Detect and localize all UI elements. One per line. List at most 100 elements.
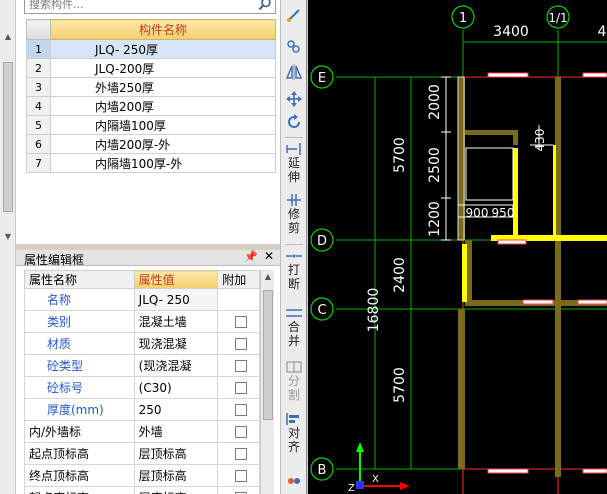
property-row[interactable]: 砼类型 (现浇混凝 — [24, 354, 260, 377]
left-scrollbar[interactable]: ▲ ▼ — [0, 0, 16, 494]
dimension-text: 5700 — [392, 137, 408, 173]
component-row[interactable]: 2 JLQ-200厚 — [26, 58, 276, 78]
component-name[interactable]: 内墙200厚-外 — [50, 134, 276, 154]
extra-checkbox[interactable] — [234, 382, 247, 394]
extra-checkbox[interactable] — [234, 316, 247, 328]
move-button[interactable] — [282, 90, 306, 108]
scroll-up-arrow-icon[interactable]: ▲ — [262, 272, 274, 281]
scroll-up-arrow-icon[interactable]: ▲ — [2, 32, 14, 42]
property-extra-header: 附加 — [217, 270, 260, 289]
dimension-text: 2400 — [392, 257, 408, 293]
copy-button[interactable] — [282, 37, 306, 55]
property-extra-cell — [217, 420, 260, 443]
wall — [458, 309, 465, 469]
property-row[interactable]: 内/外墙标 外墙 — [24, 420, 260, 443]
property-value[interactable]: 层顶标高 — [133, 464, 219, 487]
property-extra-cell — [217, 442, 260, 465]
property-value[interactable]: 层底标高 — [133, 486, 219, 494]
axis-label: 1 — [459, 11, 467, 26]
extend-button[interactable]: 延伸 — [282, 142, 306, 184]
search-input[interactable]: 搜索构件... — [24, 0, 276, 14]
dimension-text: 430 — [533, 129, 547, 152]
close-icon[interactable]: ✕ — [264, 249, 274, 263]
property-name: 砼类型 — [24, 354, 135, 377]
extra-checkbox[interactable] — [234, 426, 247, 438]
extra-checkbox[interactable] — [234, 338, 247, 350]
property-row[interactable]: 名称 JLQ- 250 — [24, 288, 260, 311]
dimension-text: 5700 — [392, 367, 408, 403]
row-number: 7 — [26, 153, 51, 173]
dimension-text: 1200 — [427, 201, 443, 237]
property-name: 起点底标高 — [24, 486, 135, 494]
align-button[interactable]: 对齐 — [282, 412, 306, 454]
mirror-icon — [285, 64, 303, 80]
property-row[interactable]: 砼标号 (C30) — [24, 376, 260, 399]
property-panel-title: 属性编辑框 — [24, 253, 85, 267]
component-name[interactable]: 内隔墙100厚 — [50, 115, 276, 135]
property-value[interactable]: JLQ- 250 — [133, 288, 219, 311]
mirror-button[interactable] — [282, 63, 306, 81]
split-button[interactable]: 分割 — [282, 360, 306, 402]
property-extra-cell — [217, 332, 260, 355]
component-row[interactable]: 6 内墙200厚-外 — [26, 134, 276, 154]
axis-label: B — [318, 463, 327, 478]
component-name[interactable]: 外墙250厚 — [50, 77, 276, 97]
property-value[interactable]: (现浇混凝 — [133, 354, 219, 377]
offset-icon — [288, 478, 300, 484]
scrollbar-thumb[interactable] — [263, 290, 273, 420]
component-name[interactable]: JLQ-200厚 — [50, 58, 276, 78]
break-button[interactable]: 打断 — [282, 249, 306, 291]
property-extra-cell — [217, 354, 260, 377]
property-row[interactable]: 起点顶标高 层顶标高 — [24, 442, 260, 465]
property-value[interactable]: 混凝土墙 — [133, 310, 219, 333]
row-number: 6 — [26, 134, 51, 154]
property-name-header: 属性名称 — [24, 270, 135, 289]
property-value[interactable]: 现浇混凝 — [133, 332, 219, 355]
property-row[interactable]: 类别 混凝土墙 — [24, 310, 260, 333]
component-row[interactable]: 3 外墙250厚 — [26, 77, 276, 97]
property-name: 终点顶标高 — [24, 464, 135, 487]
drawing-canvas[interactable]: 1 1/1 E D C B 3400 4 2000 5700 2500 1200… — [308, 0, 607, 494]
brush-button[interactable] — [282, 6, 306, 24]
property-row[interactable]: 起点底标高层底标高 — [24, 486, 260, 494]
break-label: 打断 — [287, 263, 300, 291]
scrollbar-thumb[interactable] — [3, 62, 13, 212]
component-name[interactable]: 内隔墙100厚-外 — [50, 153, 276, 173]
component-name[interactable]: JLQ- 250厚 — [50, 39, 276, 59]
property-value[interactable]: 250 — [133, 398, 219, 421]
wall — [463, 130, 518, 135]
floor-plan-drawing[interactable]: 1 1/1 E D C B 3400 4 2000 5700 2500 1200… — [308, 0, 607, 494]
trim-button[interactable]: 修剪 — [282, 193, 306, 235]
component-row[interactable]: 4 内墙200厚 — [26, 96, 276, 116]
row-number: 1 — [26, 39, 51, 59]
extra-checkbox[interactable] — [234, 360, 247, 372]
property-row[interactable]: 厚度(mm) 250 — [24, 398, 260, 421]
merge-button[interactable]: 合并 — [282, 306, 306, 348]
svg-text:X: X — [372, 474, 379, 485]
component-row[interactable]: 1 JLQ- 250厚 — [26, 39, 276, 59]
extra-checkbox[interactable] — [234, 470, 247, 482]
rotate-icon — [288, 114, 300, 128]
property-value[interactable]: (C30) — [133, 376, 219, 399]
row-number: 3 — [26, 77, 51, 97]
split-icon — [286, 361, 302, 373]
scroll-down-arrow-icon[interactable]: ▼ — [2, 232, 14, 242]
property-table: 属性名称 属性值 附加 名称 JLQ- 250 类别 混凝土墙 材质 现浇混凝 砼类型 (现浇… — [24, 270, 260, 494]
component-name-header[interactable]: 构件名称 — [50, 19, 276, 40]
property-scrollbar[interactable]: ▲ — [260, 270, 274, 494]
extra-checkbox[interactable] — [234, 448, 247, 460]
pin-icon[interactable]: 📌 — [244, 250, 258, 263]
component-row[interactable]: 7 内隔墙100厚-外 — [26, 153, 276, 173]
offset-button[interactable] — [282, 472, 306, 490]
trim-label: 修剪 — [287, 207, 300, 235]
component-name[interactable]: 内墙200厚 — [50, 96, 276, 116]
property-row[interactable]: 材质 现浇混凝 — [24, 332, 260, 355]
property-row[interactable]: 终点顶标高 层顶标高 — [24, 464, 260, 487]
extra-checkbox[interactable] — [234, 404, 247, 416]
property-name: 起点顶标高 — [24, 442, 135, 465]
component-row[interactable]: 5 内隔墙100厚 — [26, 115, 276, 135]
property-value[interactable]: 层顶标高 — [133, 442, 219, 465]
property-value[interactable]: 外墙 — [133, 420, 219, 443]
rotate-button[interactable] — [282, 113, 306, 131]
search-icon[interactable] — [258, 0, 272, 11]
